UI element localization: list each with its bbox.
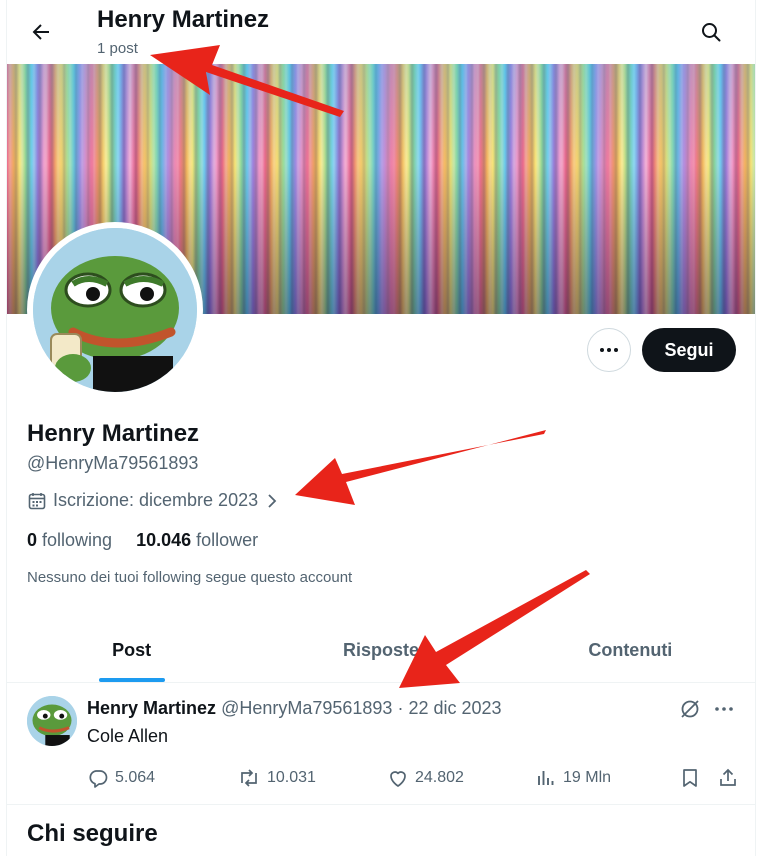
tab-post[interactable]: Post bbox=[7, 618, 256, 682]
tweet-author-name[interactable]: Henry Martinez bbox=[87, 698, 216, 718]
follower-label: follower bbox=[196, 530, 259, 550]
reply-icon bbox=[89, 770, 108, 788]
back-arrow-icon bbox=[32, 24, 49, 40]
joined-date[interactable]: Iscrizione: dicembre 2023 bbox=[27, 490, 280, 511]
tweet-author-handle[interactable]: @HenryMa79561893 bbox=[221, 698, 392, 718]
avatar-frog-image bbox=[33, 228, 197, 392]
following-stat[interactable]: 0 following bbox=[27, 530, 112, 551]
like-count: 24.802 bbox=[415, 769, 464, 786]
more-icon bbox=[715, 707, 733, 711]
profile-more-button[interactable] bbox=[587, 328, 631, 372]
profile-handle: @HenryMa79561893 bbox=[27, 453, 199, 473]
chevron-right-icon bbox=[268, 493, 277, 508]
joined-label: Iscrizione: dicembre 2023 bbox=[53, 490, 259, 510]
reply-button[interactable]: 5.064 bbox=[87, 764, 155, 792]
profile-avatar[interactable] bbox=[27, 222, 203, 398]
calendar-icon bbox=[28, 492, 46, 509]
tweet-more-button[interactable] bbox=[711, 696, 737, 722]
header-title: Henry Martinez bbox=[97, 6, 270, 33]
tweet[interactable]: Henry Martinez @HenryMa79561893 · 22 dic… bbox=[7, 682, 755, 805]
share-button[interactable] bbox=[717, 764, 739, 792]
grok-button[interactable] bbox=[677, 696, 703, 722]
repost-count: 10.031 bbox=[267, 769, 316, 786]
profile-page: Henry Martinez 1 post Segui Henry Martin… bbox=[6, 0, 756, 856]
who-to-follow-title: Chi seguire bbox=[27, 820, 158, 847]
more-icon bbox=[600, 348, 618, 352]
follower-count: 10.046 bbox=[136, 530, 192, 550]
grok-icon bbox=[681, 700, 699, 718]
tweet-avatar-frog-image bbox=[27, 696, 77, 746]
tweet-date[interactable]: 22 dic 2023 bbox=[408, 698, 501, 718]
mutual-followers-note: Nessuno dei tuoi following segue questo … bbox=[27, 569, 353, 586]
bookmark-icon bbox=[683, 769, 697, 787]
search-icon bbox=[702, 23, 721, 42]
back-button[interactable] bbox=[27, 18, 55, 46]
tweet-avatar[interactable] bbox=[27, 696, 77, 746]
tab-risposte[interactable]: Risposte bbox=[256, 618, 505, 682]
profile-name: Henry Martinez bbox=[27, 420, 200, 447]
profile-tabs: Post Risposte Contenuti bbox=[7, 618, 755, 683]
tweet-actions: 5.064 10.031 24.802 19 Mln bbox=[87, 764, 737, 792]
following-count: 0 bbox=[27, 530, 38, 550]
share-icon bbox=[720, 768, 736, 786]
search-button[interactable] bbox=[697, 18, 725, 46]
following-label: following bbox=[42, 530, 113, 550]
follower-stat[interactable]: 10.046 follower bbox=[136, 530, 258, 551]
repost-icon bbox=[241, 769, 257, 787]
reply-count: 5.064 bbox=[115, 769, 156, 786]
views-button[interactable]: 19 Mln bbox=[535, 764, 611, 792]
tweet-separator: · bbox=[397, 698, 404, 718]
tab-contenuti[interactable]: Contenuti bbox=[506, 618, 755, 682]
bookmark-button[interactable] bbox=[679, 764, 701, 792]
views-count: 19 Mln bbox=[563, 769, 612, 786]
views-icon bbox=[538, 771, 554, 785]
like-icon bbox=[390, 771, 406, 787]
top-bar: Henry Martinez 1 post bbox=[7, 0, 755, 64]
repost-button[interactable]: 10.031 bbox=[237, 764, 316, 792]
header-post-count: 1 post bbox=[97, 40, 138, 57]
tweet-header: Henry Martinez @HenryMa79561893 · 22 dic… bbox=[87, 698, 502, 719]
like-button[interactable]: 24.802 bbox=[387, 764, 464, 792]
follow-button[interactable]: Segui bbox=[642, 328, 736, 372]
tweet-text: Cole Allen bbox=[87, 726, 169, 746]
follow-stats: 0 following 10.046 follower bbox=[27, 530, 258, 551]
